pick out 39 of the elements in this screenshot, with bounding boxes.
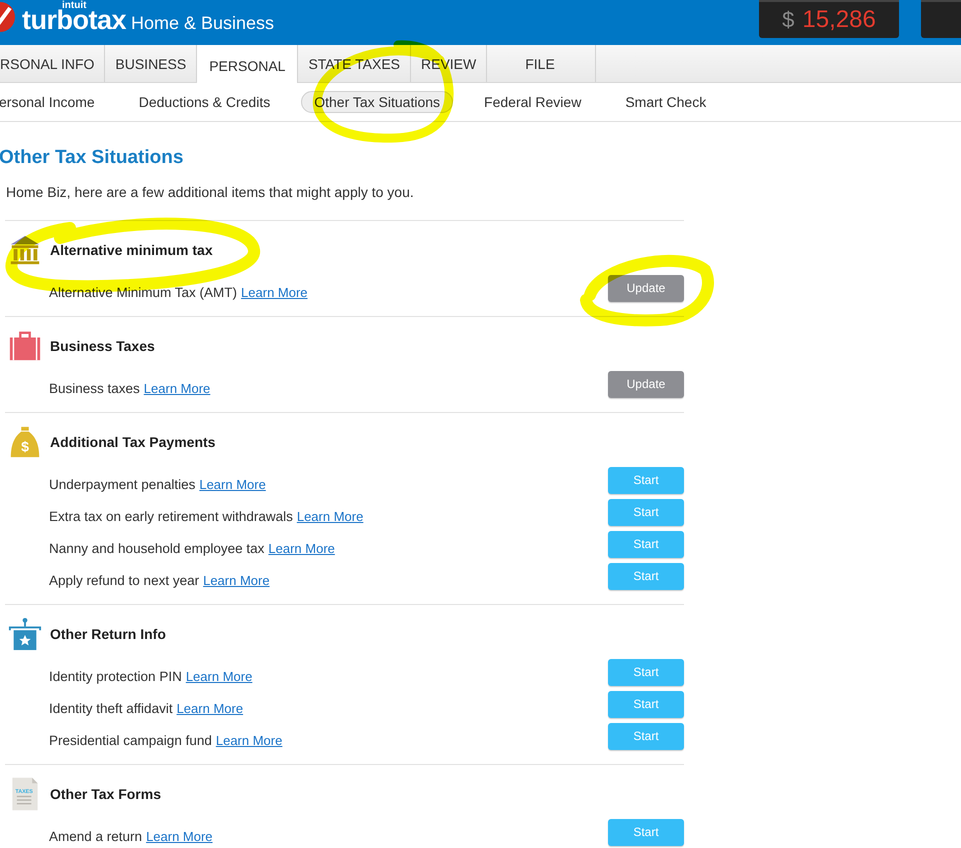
section-title: Other Return Info — [50, 626, 166, 642]
refund-panel — [921, 0, 961, 38]
nav-tab[interactable]: FILE — [487, 45, 596, 82]
learn-more-link[interactable]: Learn More — [199, 476, 266, 492]
learn-more-link[interactable]: Learn More — [216, 732, 282, 748]
section-title: Business Taxes — [50, 338, 155, 354]
product-name: Home & Business — [131, 13, 274, 34]
learn-more-link[interactable]: Learn More — [268, 540, 335, 556]
update-button[interactable]: Update — [608, 370, 684, 398]
nav-tab[interactable]: PERSONAL — [197, 45, 298, 83]
subnav-item[interactable]: Deductions & Credits — [126, 91, 284, 113]
currency-sign: $ — [782, 7, 794, 33]
section-title: Additional Tax Payments — [50, 434, 216, 450]
item-label: Underpayment penalties — [49, 476, 196, 492]
item-label: Identity theft affidavit — [49, 700, 173, 716]
learn-more-link[interactable]: Learn More — [186, 668, 252, 684]
section-title: Alternative minimum tax — [50, 242, 213, 258]
ballot-box-icon — [8, 616, 42, 652]
update-button[interactable]: Update — [608, 274, 684, 302]
item-label: Apply refund to next year — [49, 572, 200, 588]
learn-more-link[interactable]: Learn More — [296, 508, 364, 524]
item-label: Identity protection PIN — [49, 668, 182, 684]
item-label: Business taxes — [49, 380, 140, 396]
learn-more-link[interactable]: Learn More — [144, 380, 210, 396]
item-label: Extra tax on early retirement withdrawals — [49, 508, 293, 524]
learn-more-link[interactable]: Learn More — [176, 700, 244, 716]
subnav-item[interactable]: Federal Review — [471, 91, 594, 113]
item-label: Amend a return — [49, 828, 142, 844]
section-title: Other Tax Forms — [50, 786, 161, 802]
nav-tab[interactable]: RSONAL INFO — [0, 45, 106, 82]
page-title: Other Tax Situations — [0, 147, 184, 169]
intro-text: Home Biz, here are a few additional items that might apply to you. — [6, 184, 415, 200]
item-label: Nanny and household employee tax — [49, 540, 264, 556]
refund-amount: 15,286 — [802, 6, 876, 34]
subnav-item[interactable]: Smart Check — [612, 91, 720, 113]
item-label: Presidential campaign fund — [49, 732, 212, 748]
learn-more-link[interactable]: Learn More — [203, 572, 270, 588]
learn-more-link[interactable]: Learn More — [146, 828, 213, 844]
learn-more-link[interactable]: Learn More — [241, 284, 308, 300]
